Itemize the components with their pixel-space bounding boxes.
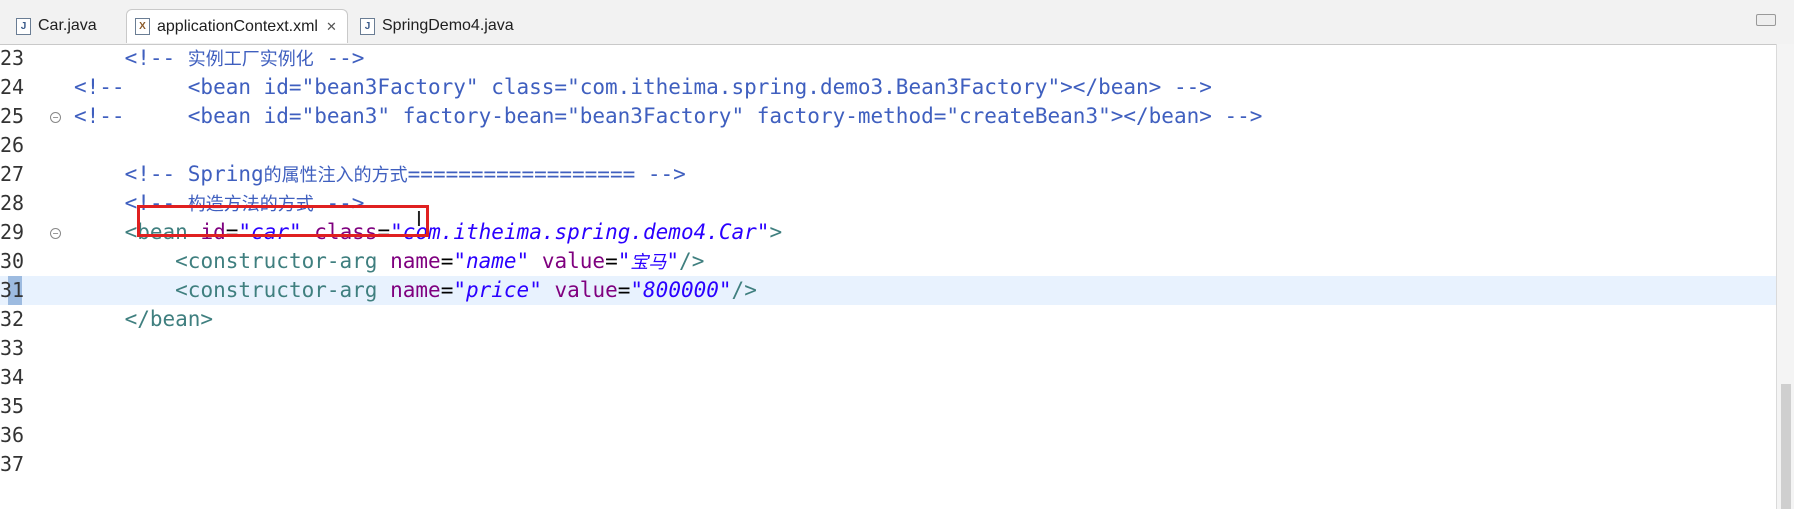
close-icon[interactable]: ✕: [326, 19, 337, 35]
code-line: 23 <!-- 实例工厂实例化 -->: [0, 44, 1776, 73]
fold-toggle-icon[interactable]: −: [50, 228, 61, 239]
line-number: 33: [0, 336, 25, 360]
code-line-current: 31 <constructor-arg name="price" value="…: [0, 276, 1776, 305]
line-number: 26: [0, 133, 25, 157]
fold-toggle-icon[interactable]: −: [50, 112, 61, 123]
code-line: 24 <!-- <bean id="bean3Factory" class="c…: [0, 73, 1776, 102]
code-line: 30 <constructor-arg name="name" value="宝…: [0, 247, 1776, 276]
line-number: 35: [0, 394, 25, 418]
xml-editor[interactable]: 23 <!-- 实例工厂实例化 --> 24 <!-- <bean id="be…: [0, 44, 1776, 509]
line-number: 36: [0, 423, 25, 447]
line-number: 37: [0, 452, 25, 476]
minimize-icon[interactable]: [1756, 14, 1776, 26]
line-text: <!-- <bean id="bean3Factory" class="com.…: [74, 75, 1212, 99]
line-text: <constructor-arg name="name" value="宝马"/…: [175, 249, 705, 273]
line-number: 34: [0, 365, 25, 389]
java-file-icon: J: [16, 17, 31, 35]
line-number: 30: [0, 249, 25, 273]
tab-label: SpringDemo4.java: [382, 17, 514, 34]
line-number: 28: [0, 191, 25, 215]
code-line: 37: [0, 450, 1776, 479]
code-line: 35: [0, 392, 1776, 421]
editor-tab-bar: J Car.java X applicationContext.xml ✕ J …: [0, 0, 1794, 45]
line-text: </bean>: [124, 307, 214, 331]
code-line: 25 − <!-- <bean id="bean3" factory-bean=…: [0, 102, 1776, 131]
tab-label: Car.java: [38, 17, 97, 34]
vertical-scrollbar[interactable]: [1776, 44, 1794, 509]
code-line: 34: [0, 363, 1776, 392]
code-line: 33: [0, 334, 1776, 363]
line-number: 23: [0, 46, 25, 70]
line-text: <!-- Spring的属性注入的方式================== --…: [74, 162, 686, 186]
line-text: <!-- 实例工厂实例化 -->: [74, 46, 365, 70]
xml-file-icon: X: [135, 18, 150, 35]
tab-label: applicationContext.xml: [157, 17, 318, 35]
text-cursor-icon: I: [416, 207, 422, 231]
line-text: <constructor-arg name="price" value="800…: [175, 278, 757, 302]
scrollbar-thumb[interactable]: [1781, 384, 1791, 509]
highlight-box: [137, 205, 429, 237]
line-text: <!-- <bean id="bean3" factory-bean="bean…: [74, 104, 1263, 128]
java-file-icon: J: [360, 17, 375, 35]
line-number: 24: [0, 75, 25, 99]
code-line: 32 </bean>: [0, 305, 1776, 334]
code-line: 27 <!-- Spring的属性注入的方式==================…: [0, 160, 1776, 189]
line-number: 27: [0, 162, 25, 186]
tab-spring-demo4-java[interactable]: J SpringDemo4.java: [352, 9, 522, 43]
line-number: 31: [0, 278, 25, 302]
tab-car-java[interactable]: J Car.java: [8, 9, 123, 43]
code-line: 36: [0, 421, 1776, 450]
line-number: 32: [0, 307, 25, 331]
code-line: 26: [0, 131, 1776, 160]
tab-application-context-xml[interactable]: X applicationContext.xml ✕: [126, 9, 348, 43]
